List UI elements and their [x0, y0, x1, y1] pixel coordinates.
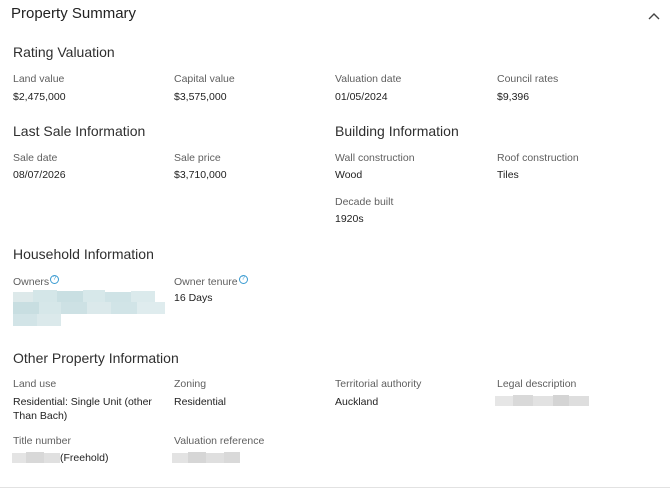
- valuation-reference-redacted: [172, 452, 240, 463]
- land-value-label: Land value: [13, 73, 65, 85]
- capital-value-label: Capital value: [174, 73, 235, 85]
- sale-date-label: Sale date: [13, 152, 58, 164]
- title-number-suffix: (Freehold): [60, 452, 109, 464]
- info-icon[interactable]: ?: [238, 275, 248, 284]
- territorial-authority: Auckland: [335, 396, 379, 408]
- legal-description-redacted: [495, 395, 589, 406]
- household-heading: Household Information: [13, 246, 154, 262]
- decade-built-label: Decade built: [335, 196, 394, 208]
- title-number-label: Title number: [13, 435, 71, 447]
- valuation-date-label: Valuation date: [335, 73, 402, 85]
- roof-construction-label: Roof construction: [497, 152, 579, 164]
- other-property-heading: Other Property Information: [13, 350, 179, 366]
- owner-tenure-label-text: Owner tenure: [174, 276, 238, 288]
- rating-valuation-heading: Rating Valuation: [13, 44, 115, 60]
- owner-tenure-label: Owner tenure?: [174, 275, 248, 288]
- wall-construction: Wood: [335, 169, 363, 181]
- info-icon[interactable]: ?: [50, 275, 60, 284]
- council-rates: $9,396: [497, 91, 530, 103]
- sale-price: $3,710,000: [174, 169, 227, 181]
- land-use-label: Land use: [13, 378, 57, 390]
- zoning-label: Zoning: [174, 378, 207, 390]
- territorial-authority-label: Territorial authority: [335, 378, 422, 390]
- valuation-reference-label: Valuation reference: [174, 435, 265, 447]
- owners-label-text: Owners: [13, 276, 50, 288]
- title-number-redacted: [12, 452, 60, 463]
- zoning: Residential: [174, 396, 226, 408]
- last-sale-heading: Last Sale Information: [13, 123, 146, 139]
- wall-construction-label: Wall construction: [335, 152, 415, 164]
- bottom-divider: [0, 487, 670, 488]
- council-rates-label: Council rates: [497, 73, 559, 85]
- sale-date: 08/07/2026: [13, 169, 66, 181]
- capital-value: $3,575,000: [174, 91, 227, 103]
- legal-description-label: Legal description: [497, 378, 577, 390]
- owners-label: Owners?: [13, 275, 60, 288]
- roof-construction: Tiles: [497, 169, 519, 181]
- sale-price-label: Sale price: [174, 152, 221, 164]
- valuation-date: 01/05/2024: [335, 91, 388, 103]
- land-value: $2,475,000: [13, 91, 66, 103]
- chevron-up-icon[interactable]: [646, 9, 662, 23]
- land-use: Residential: Single Unit (other Than Bac…: [13, 396, 152, 422]
- owner-tenure: 16 Days: [174, 292, 213, 304]
- owners-redacted: [13, 290, 165, 328]
- building-heading: Building Information: [335, 123, 459, 139]
- decade-built: 1920s: [335, 213, 364, 225]
- panel-title: Property Summary: [11, 5, 137, 22]
